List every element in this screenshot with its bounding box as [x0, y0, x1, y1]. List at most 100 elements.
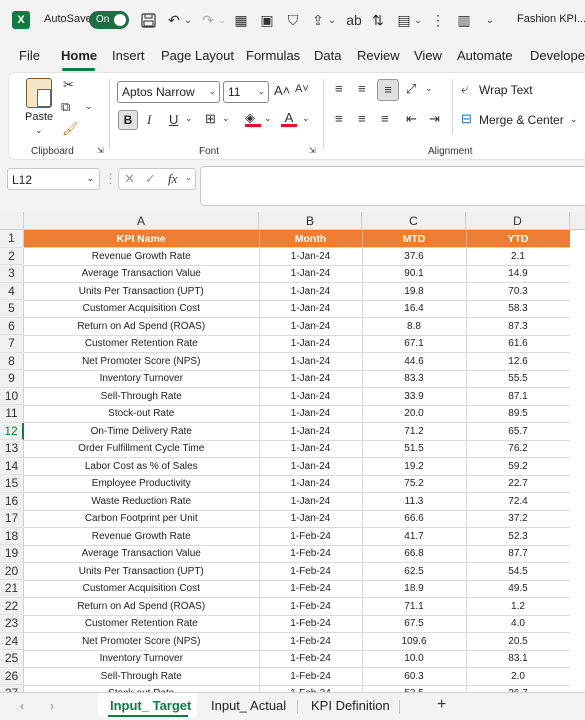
month-cell[interactable]: 1-Jan-24 [259, 475, 363, 493]
orientation-dropdown-icon[interactable]: ⌄ [425, 83, 433, 94]
ytd-cell[interactable]: 87.7 [466, 545, 571, 563]
decrease-indent-icon[interactable]: ⇤ [406, 111, 417, 127]
ytd-cell[interactable]: 14.9 [466, 265, 571, 283]
ytd-cell[interactable]: 87.3 [466, 317, 571, 336]
row-header[interactable]: 24 [0, 632, 24, 650]
kpi-name-cell[interactable]: Inventory Turnover [24, 370, 260, 388]
row-header[interactable]: 15 [0, 475, 24, 493]
kpi-name-cell[interactable]: Stock-out Rate [24, 685, 260, 692]
month-cell[interactable]: 1-Jan-24 [259, 387, 363, 406]
header-ytd[interactable]: YTD [466, 230, 571, 248]
kpi-name-cell[interactable]: Customer Acquisition Cost [24, 580, 260, 598]
grow-font-icon[interactable]: A˄ [274, 83, 290, 98]
scroll-tabs-left-icon[interactable]: ‹ [20, 699, 24, 713]
copy-icon[interactable]: ⧉ [61, 99, 70, 115]
row-header[interactable]: 5 [0, 300, 24, 318]
enter-icon[interactable]: ✓ [145, 171, 156, 187]
month-cell[interactable]: 1-Feb-24 [259, 580, 363, 598]
italic-button[interactable]: I [147, 112, 151, 128]
sheet-tab-input-target[interactable]: Input_ Target [110, 698, 191, 713]
orientation-icon[interactable]: ⤢ [406, 81, 416, 97]
ytd-cell[interactable]: 72.4 [466, 492, 571, 511]
month-cell[interactable]: 1-Feb-24 [259, 545, 363, 563]
kpi-name-cell[interactable]: Waste Reduction Rate [24, 492, 260, 511]
month-cell[interactable]: 1-Feb-24 [259, 562, 363, 581]
share-dropdown-icon[interactable]: ⌄ [328, 10, 336, 30]
row-header[interactable]: 19 [0, 545, 24, 563]
tab-developer[interactable]: Developer [530, 48, 585, 63]
fill-color-dropdown-icon[interactable]: ⌄ [264, 113, 272, 124]
underline-dropdown-icon[interactable]: ⌄ [185, 113, 193, 124]
row-header[interactable]: 4 [0, 282, 24, 300]
ytd-cell[interactable]: 20.5 [466, 632, 571, 651]
ytd-cell[interactable]: 59.2 [466, 457, 571, 476]
select-all-corner[interactable] [0, 212, 24, 230]
month-cell[interactable]: 1-Jan-24 [259, 265, 363, 283]
ytd-cell[interactable]: 37.2 [466, 510, 571, 528]
bold-button[interactable]: B [118, 110, 138, 130]
calculator-icon[interactable]: ▤ [396, 10, 412, 30]
row-header[interactable]: 23 [0, 615, 24, 633]
autosave-toggle[interactable]: On [89, 11, 129, 29]
row-header[interactable]: 1 [0, 230, 24, 248]
mtd-cell[interactable]: 60.3 [362, 667, 467, 686]
format-painter-icon[interactable]: 🖌 [62, 121, 79, 137]
mtd-cell[interactable]: 44.6 [362, 352, 467, 371]
month-cell[interactable]: 1-Feb-24 [259, 615, 363, 633]
font-name-select[interactable]: Aptos Narrow ⌄ [117, 81, 220, 103]
kpi-name-cell[interactable]: Average Transaction Value [24, 545, 260, 563]
paste-dropdown-icon[interactable]: ⌄ [35, 125, 43, 136]
underline-button[interactable]: U [169, 112, 178, 127]
row-header[interactable]: 17 [0, 510, 24, 528]
ytd-cell[interactable]: 4.0 [466, 615, 571, 633]
redo-icon[interactable]: ↷ [200, 10, 216, 30]
add-sheet-icon[interactable]: + [437, 696, 446, 714]
mtd-cell[interactable]: 16.4 [362, 300, 467, 318]
merge-center-icon[interactable]: ⊟ [461, 111, 472, 127]
kpi-name-cell[interactable]: Inventory Turnover [24, 650, 260, 668]
row-header[interactable]: 26 [0, 667, 24, 685]
tab-file[interactable]: File [19, 48, 40, 63]
kpi-name-cell[interactable]: Customer Retention Rate [24, 335, 260, 353]
undo-icon[interactable]: ↶ [166, 10, 182, 30]
kpi-name-cell[interactable]: Customer Acquisition Cost [24, 300, 260, 318]
mtd-cell[interactable]: 19.8 [362, 282, 467, 301]
mtd-cell[interactable]: 71.2 [362, 422, 467, 441]
month-cell[interactable]: 1-Feb-24 [259, 685, 363, 692]
month-cell[interactable]: 1-Feb-24 [259, 527, 363, 546]
column-header-d[interactable]: D [466, 212, 570, 230]
ytd-cell[interactable]: 76.2 [466, 440, 571, 458]
row-header[interactable]: 21 [0, 580, 24, 598]
form-icon[interactable]: ▥ [456, 10, 472, 30]
month-cell[interactable]: 1-Jan-24 [259, 317, 363, 336]
row-header[interactable]: 27 [0, 685, 24, 692]
align-center-icon[interactable]: ≡ [358, 111, 366, 126]
row-header[interactable]: 7 [0, 335, 24, 353]
kpi-name-cell[interactable]: Labor Cost as % of Sales [24, 457, 260, 476]
header-mtd[interactable]: MTD [362, 230, 467, 248]
mtd-cell[interactable]: 71.1 [362, 597, 467, 616]
shrink-font-icon[interactable]: A˅ [295, 83, 309, 95]
month-cell[interactable]: 1-Jan-24 [259, 370, 363, 388]
sheet-tab-input-actual[interactable]: Input_ Actual [211, 698, 286, 713]
month-cell[interactable]: 1-Jan-24 [259, 300, 363, 318]
align-bottom-icon[interactable]: ≡ [377, 79, 399, 101]
tab-page-layout[interactable]: Page Layout [161, 48, 234, 63]
month-cell[interactable]: 1-Jan-24 [259, 457, 363, 476]
mtd-cell[interactable]: 67.1 [362, 335, 467, 353]
kpi-name-cell[interactable]: Average Transaction Value [24, 265, 260, 283]
save-icon[interactable] [140, 10, 156, 30]
mtd-cell[interactable]: 18.9 [362, 580, 467, 598]
ytd-cell[interactable]: 49.5 [466, 580, 571, 598]
tab-home[interactable]: Home [61, 48, 97, 63]
ytd-cell[interactable]: 54.5 [466, 562, 571, 581]
customize-quick-access-icon[interactable]: ⌄ [484, 10, 496, 30]
copy-dropdown-icon[interactable]: ⌄ [85, 101, 93, 112]
kpi-name-cell[interactable]: Carbon Footprint per Unit [24, 510, 260, 528]
mtd-cell[interactable]: 67.5 [362, 615, 467, 633]
month-cell[interactable]: 1-Jan-24 [259, 352, 363, 371]
row-header[interactable]: 2 [0, 247, 24, 265]
paste-label[interactable]: Paste [25, 111, 53, 123]
kpi-name-cell[interactable]: Employee Productivity [24, 475, 260, 493]
row-header[interactable]: 20 [0, 562, 24, 580]
